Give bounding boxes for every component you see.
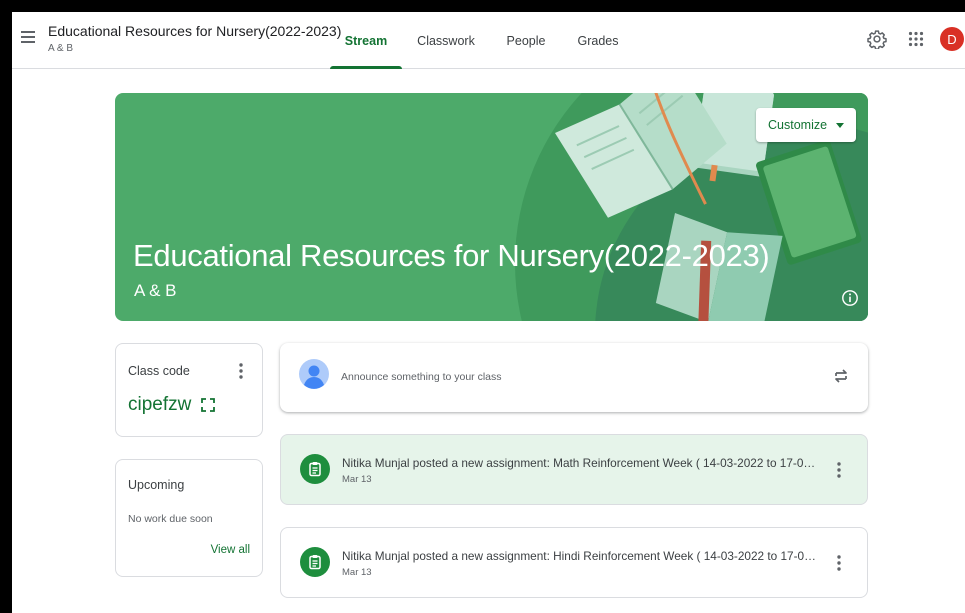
- post-date: Mar 13: [342, 474, 372, 485]
- info-icon[interactable]: [841, 289, 859, 307]
- top-app-bar: Educational Resources for Nursery(2022-2…: [12, 12, 965, 69]
- account-avatar[interactable]: D: [940, 27, 964, 51]
- tab-grades[interactable]: Grades: [562, 12, 634, 69]
- more-vert-icon[interactable]: [832, 553, 846, 573]
- tab-people[interactable]: People: [490, 12, 562, 69]
- class-tabs: Stream Classwork People Grades: [330, 12, 634, 69]
- class-title-block[interactable]: Educational Resources for Nursery(2022-2…: [48, 22, 341, 56]
- announce-box[interactable]: Announce something to your class: [280, 343, 868, 412]
- class-code-value: cipefzw: [128, 394, 192, 415]
- customize-button[interactable]: Customize: [756, 108, 856, 142]
- fullscreen-icon[interactable]: [201, 398, 215, 412]
- stream-post[interactable]: Nitika Munjal posted a new assignment: M…: [280, 434, 868, 505]
- repost-icon[interactable]: [832, 367, 850, 385]
- class-section: A & B: [48, 43, 74, 54]
- tab-stream[interactable]: Stream: [330, 12, 402, 69]
- banner-class-title: Educational Resources for Nursery(2022-2…: [133, 238, 770, 273]
- announce-placeholder: Announce something to your class: [341, 371, 502, 383]
- assignment-icon: [300, 454, 330, 484]
- banner-class-section: A & B: [134, 281, 177, 300]
- class-code-card: Class code cipefzw: [115, 343, 263, 437]
- classroom-window: Educational Resources for Nursery(2022-2…: [12, 12, 965, 613]
- view-all-link[interactable]: View all: [211, 544, 250, 556]
- more-vert-icon[interactable]: [832, 460, 846, 480]
- user-avatar-icon: [299, 359, 329, 389]
- post-title: Nitika Munjal posted a new assignment: M…: [342, 456, 820, 470]
- customize-label: Customize: [768, 118, 828, 132]
- stream-post[interactable]: Nitika Munjal posted a new assignment: H…: [280, 527, 868, 598]
- class-banner: Educational Resources for Nursery(2022-2…: [115, 93, 868, 321]
- caret-down-icon: [836, 122, 845, 128]
- class-title[interactable]: Educational Resources for Nursery(2022-2…: [48, 22, 341, 40]
- menu-icon[interactable]: [18, 26, 40, 48]
- post-title: Nitika Munjal posted a new assignment: H…: [342, 549, 820, 563]
- gear-icon[interactable]: [866, 28, 888, 50]
- upcoming-card: Upcoming No work due soon View all: [115, 459, 263, 577]
- post-date: Mar 13: [342, 567, 372, 578]
- assignment-icon: [300, 547, 330, 577]
- tab-classwork[interactable]: Classwork: [402, 12, 490, 69]
- apps-grid-icon[interactable]: [905, 28, 927, 50]
- upcoming-title: Upcoming: [128, 478, 185, 492]
- more-vert-icon[interactable]: [234, 361, 248, 381]
- class-code-label: Class code: [128, 364, 190, 378]
- upcoming-empty-text: No work due soon: [128, 513, 213, 525]
